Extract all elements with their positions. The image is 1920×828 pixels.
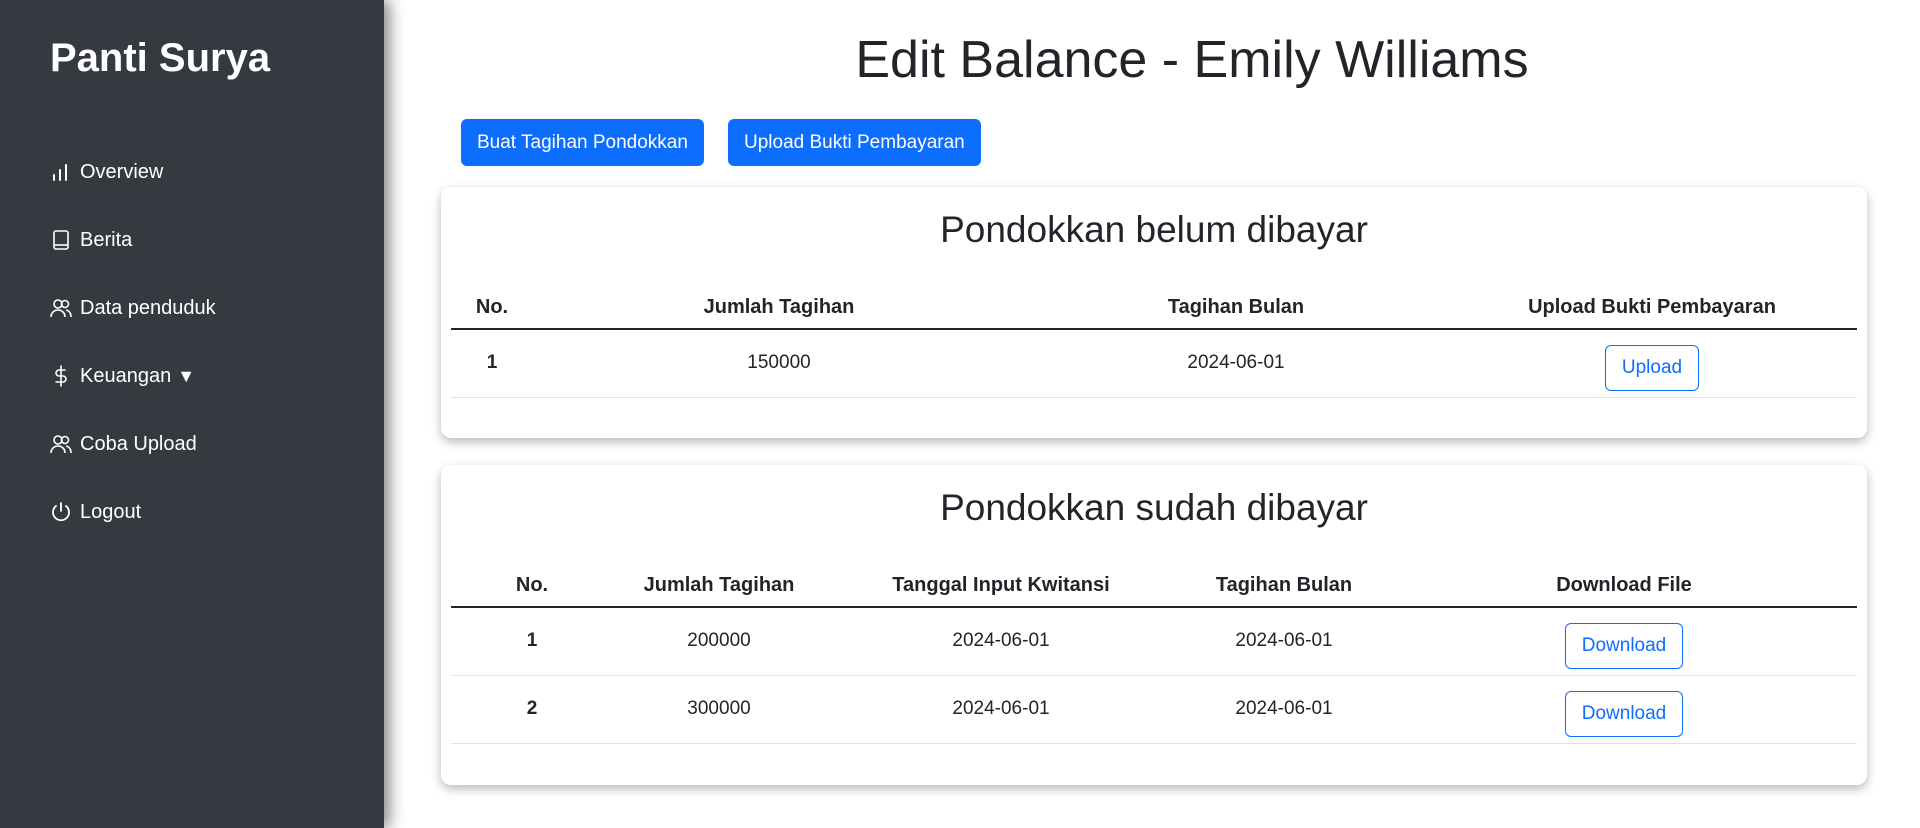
sidebar-item-label: Data penduduk [80,296,216,319]
column-header: Tagihan Bulan [1025,287,1447,330]
bill-amount: 300000 [613,675,825,744]
page-title: Edit Balance - Emily Williams [855,31,1529,89]
brand-title[interactable]: Panti Surya [50,36,270,81]
book-icon [50,229,72,251]
column-header: Tanggal Input Kwitansi [825,565,1177,608]
unpaid-card: Pondokkan belum dibayar No. Jumlah Tagih… [441,187,1867,438]
download-button[interactable]: Download [1564,691,1684,737]
sidebar-item-label: Keuangan [80,364,172,387]
row-number: 1 [451,329,533,398]
table-header-row: No. Jumlah Tagihan Tagihan Bulan Upload … [451,287,1857,330]
column-header: No. [451,565,613,608]
caret-down-icon: ▼ [177,365,196,386]
sidebar-item-coba-upload[interactable]: Coba Upload [50,410,216,478]
bill-month: 2024-06-01 [1025,329,1447,398]
people-icon [50,297,72,319]
upload-cell: Upload [1447,329,1857,398]
sidebar-item-data-penduduk[interactable]: Data penduduk [50,274,216,342]
receipt-input-date: 2024-06-01 [825,675,1177,744]
download-cell: Download [1391,607,1857,676]
column-header: Upload Bukti Pembayaran [1447,287,1857,330]
sidebar-item-label: Berita [80,228,133,251]
bill-amount: 150000 [533,329,1025,398]
sidebar-item-label: Logout [80,500,142,523]
download-button[interactable]: Download [1564,623,1684,670]
bill-month: 2024-06-01 [1177,675,1391,744]
create-bill-button[interactable]: Buat Tagihan Pondokkan [461,119,704,166]
upload-button[interactable]: Upload [1604,345,1700,392]
table-row: 2 300000 2024-06-01 2024-06-01 Download [451,675,1857,744]
column-header: Jumlah Tagihan [613,565,825,608]
main-content: Edit Balance - Emily Williams Buat Tagih… [384,0,1920,828]
sidebar-item-label: Overview [80,160,164,183]
paid-table: No. Jumlah Tagihan Tanggal Input Kwitans… [451,565,1857,744]
column-header: No. [451,287,533,330]
column-header: Download File [1391,565,1857,608]
row-number: 2 [451,675,613,744]
download-cell: Download [1391,675,1857,744]
row-number: 1 [451,607,613,676]
paid-card: Pondokkan sudah dibayar No. Jumlah Tagih… [441,465,1867,785]
sidebar-item-logout[interactable]: Logout [50,478,216,546]
bar-chart-icon [50,161,72,183]
receipt-input-date: 2024-06-01 [825,607,1177,676]
upload-proof-button[interactable]: Upload Bukti Pembayaran [728,119,981,166]
table-header-row: No. Jumlah Tagihan Tanggal Input Kwitans… [451,565,1857,608]
sidebar-item-overview[interactable]: Overview [50,138,216,206]
paid-card-title: Pondokkan sudah dibayar [940,487,1368,528]
power-icon [50,501,72,523]
sidebar-nav: Overview Berita Data penduduk Keuangan ▼… [50,138,216,546]
bill-month: 2024-06-01 [1177,607,1391,676]
bill-amount: 200000 [613,607,825,676]
people-icon [50,433,72,455]
sidebar-item-label: Coba Upload [80,432,197,455]
sidebar-item-keuangan[interactable]: Keuangan ▼ [50,342,216,410]
sidebar-item-berita[interactable]: Berita [50,206,216,274]
column-header: Jumlah Tagihan [533,287,1025,330]
table-row: 1 150000 2024-06-01 Upload [451,329,1857,398]
column-header: Tagihan Bulan [1177,565,1391,608]
unpaid-card-title: Pondokkan belum dibayar [940,209,1368,250]
unpaid-table: No. Jumlah Tagihan Tagihan Bulan Upload … [451,287,1857,398]
dollar-icon [50,365,72,387]
sidebar: Panti Surya Overview Berita Data pendudu… [0,0,384,828]
table-row: 1 200000 2024-06-01 2024-06-01 Download [451,607,1857,676]
